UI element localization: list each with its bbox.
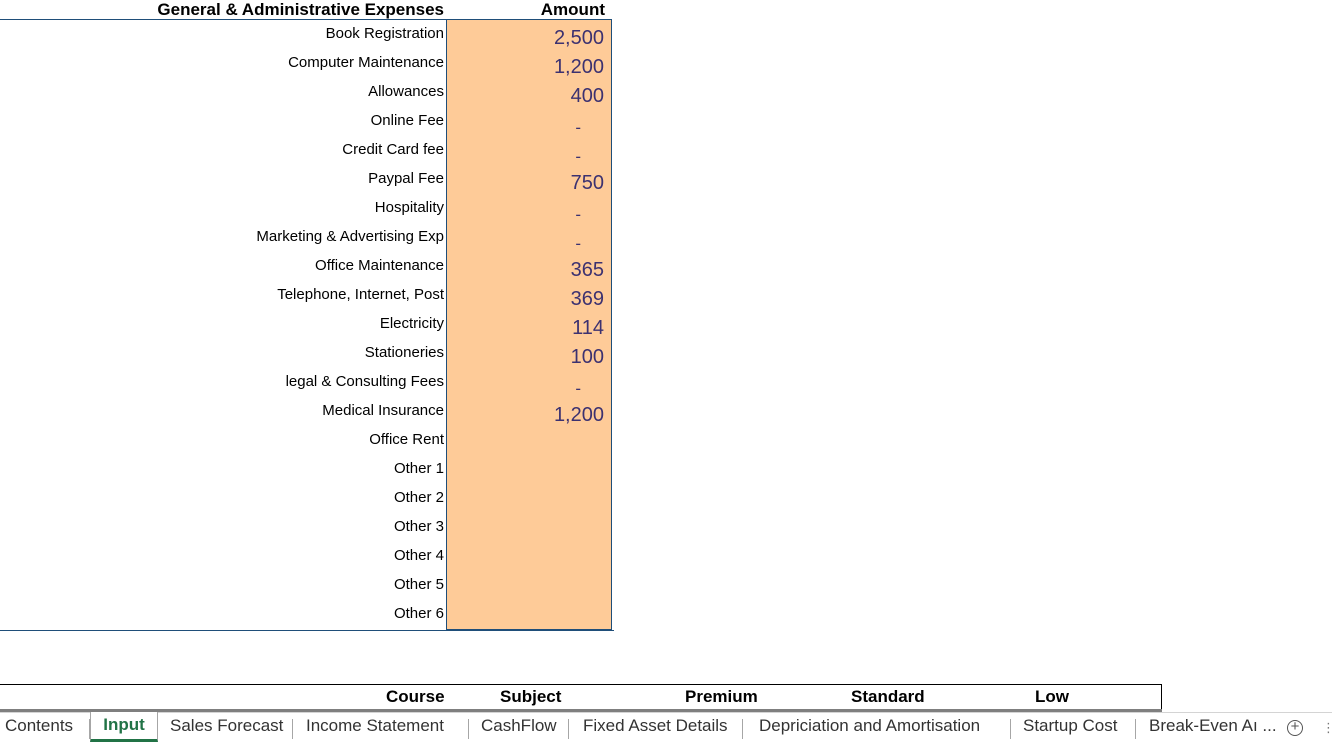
expense-label[interactable]: Telephone, Internet, Post <box>277 286 444 304</box>
expense-label[interactable]: Stationeries <box>365 344 444 362</box>
expense-amount-cell[interactable]: 1,200 <box>448 403 604 427</box>
expense-label[interactable]: Electricity <box>380 315 444 333</box>
expense-label[interactable]: Computer Maintenance <box>288 54 444 72</box>
table-row: Telephone, Internet, Post 369 <box>0 282 614 311</box>
plus-circle-icon[interactable]: + <box>1287 719 1303 736</box>
worksheet-grid[interactable]: General & Administrative Expenses Amount… <box>0 0 1332 713</box>
table-row: Office Rent <box>0 427 614 456</box>
expense-label[interactable]: Allowances <box>368 83 444 101</box>
expense-label[interactable]: Medical Insurance <box>322 402 444 420</box>
expense-label[interactable]: Book Registration <box>326 25 444 43</box>
vertical-ellipsis-icon[interactable]: ⋮ <box>1322 718 1332 738</box>
pricing-table-right-border <box>1161 684 1162 711</box>
expense-amount-cell[interactable]: 369 <box>448 287 604 311</box>
expense-label[interactable]: Other 6 <box>394 605 444 623</box>
expense-label[interactable]: Other 4 <box>394 547 444 565</box>
table-row: Online Fee - <box>0 108 614 137</box>
table-row: Credit Card fee - <box>0 137 614 166</box>
tab-break-even-analysis[interactable]: Break-Even Aı ... <box>1141 713 1283 742</box>
table-row: Paypal Fee 750 <box>0 166 614 195</box>
expense-amount-cell[interactable]: 100 <box>448 345 604 369</box>
expense-label[interactable]: Office Maintenance <box>315 257 444 275</box>
expense-label[interactable]: Other 2 <box>394 489 444 507</box>
table-row: Computer Maintenance 1,200 <box>0 50 614 79</box>
expenses-header-amount: Amount <box>540 0 605 19</box>
tab-sales-forecast[interactable]: Sales Forecast <box>162 713 293 742</box>
expense-label[interactable]: legal & Consulting Fees <box>286 373 444 391</box>
pricing-header-subject[interactable]: Subject <box>500 687 561 707</box>
table-top-border <box>0 19 446 20</box>
sheet-tab-bar: Contents Input Sales Forecast Income Sta… <box>0 712 1332 742</box>
tab-depriciation-and-amortisation[interactable]: Depriciation and Amortisation <box>751 713 1011 742</box>
expense-amount-cell[interactable]: 400 <box>448 84 604 108</box>
pricing-header-course[interactable]: Course <box>386 687 445 707</box>
tab-contents[interactable]: Contents <box>0 713 90 742</box>
pricing-header-low[interactable]: Low <box>1035 687 1069 707</box>
tab-fixed-asset-details[interactable]: Fixed Asset Details <box>575 713 743 742</box>
expense-amount-cell[interactable]: 1,200 <box>448 55 604 79</box>
table-row: Office Maintenance 365 <box>0 253 614 282</box>
table-row: Hospitality - <box>0 195 614 224</box>
table-row: Electricity 114 <box>0 311 614 340</box>
expense-amount-cell[interactable]: 750 <box>448 171 604 195</box>
expense-amount-cell[interactable]: 114 <box>448 316 604 340</box>
expense-label[interactable]: Paypal Fee <box>368 170 444 188</box>
expense-label[interactable]: Other 3 <box>394 518 444 536</box>
tab-input[interactable]: Input <box>90 712 158 742</box>
expense-label[interactable]: Credit Card fee <box>342 141 444 159</box>
table-row: Allowances 400 <box>0 79 614 108</box>
expense-label[interactable]: Hospitality <box>375 199 444 217</box>
table-row: legal & Consulting Fees - <box>0 369 614 398</box>
expense-label[interactable]: Marketing & Advertising Exp <box>256 228 444 246</box>
table-row: Other 4 <box>0 543 614 572</box>
expense-amount-cell[interactable]: 365 <box>448 258 604 282</box>
expense-label[interactable]: Office Rent <box>369 431 444 449</box>
table-row: Other 2 <box>0 485 614 514</box>
pricing-table-top-border <box>0 684 1161 685</box>
table-row: Other 1 <box>0 456 614 485</box>
tab-cashflow[interactable]: CashFlow <box>473 713 569 742</box>
expense-label[interactable]: Other 5 <box>394 576 444 594</box>
tab-income-statement[interactable]: Income Statement <box>298 713 469 742</box>
table-row: Marketing & Advertising Exp - <box>0 224 614 253</box>
table-bottom-border <box>0 630 614 631</box>
pricing-header-standard[interactable]: Standard <box>851 687 925 707</box>
expense-amount-cell[interactable]: 2,500 <box>448 26 604 50</box>
expense-label[interactable]: Online Fee <box>371 112 444 130</box>
table-row: Book Registration 2,500 <box>0 21 614 50</box>
expense-label[interactable]: Other 1 <box>394 460 444 478</box>
expenses-header-label: General & Administrative Expenses <box>157 0 444 19</box>
tab-startup-cost[interactable]: Startup Cost <box>1015 713 1136 742</box>
table-row: Medical Insurance 1,200 <box>0 398 614 427</box>
table-row: Stationeries 100 <box>0 340 614 369</box>
table-row: Other 3 <box>0 514 614 543</box>
table-row: Other 6 <box>0 601 614 630</box>
pricing-header-premium[interactable]: Premium <box>685 687 758 707</box>
table-row: Other 5 <box>0 572 614 601</box>
